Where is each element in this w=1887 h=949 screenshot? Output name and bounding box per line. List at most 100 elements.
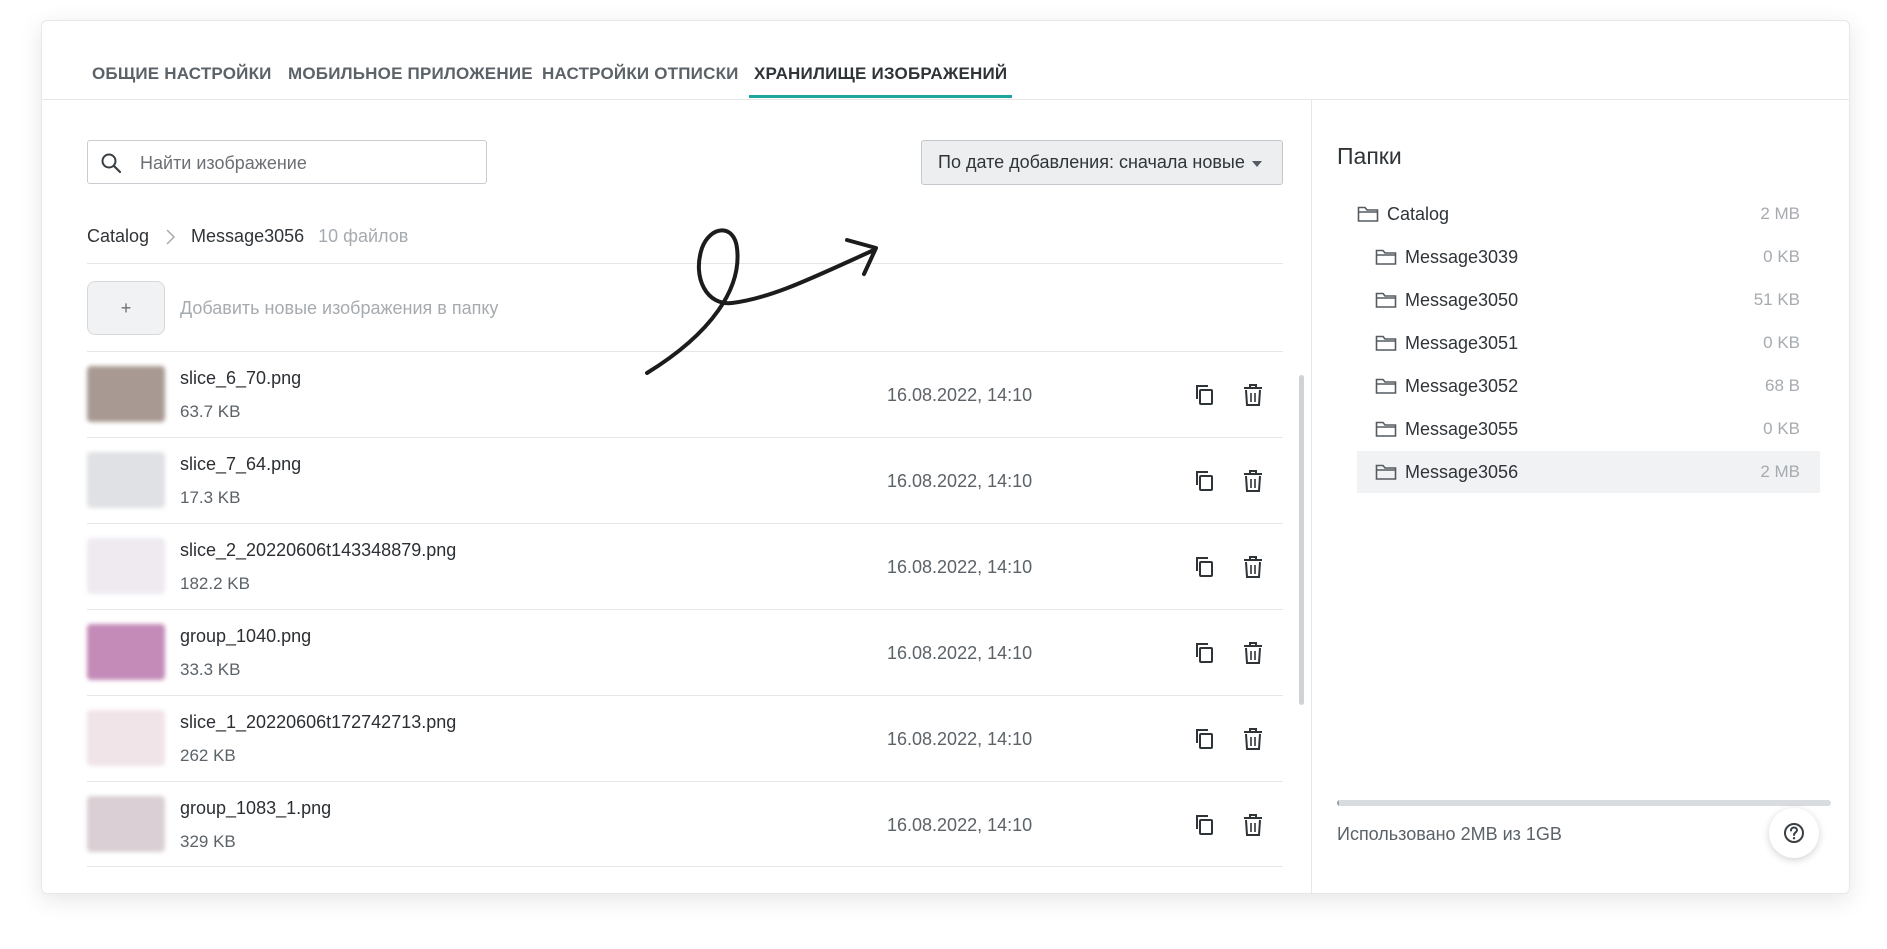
file-date: 16.08.2022, 14:10 [887,557,1033,577]
file-size: 182.2 KB [180,574,250,593]
file-size: 17.3 KB [180,488,241,507]
file-date: 16.08.2022, 14:10 [887,815,1033,835]
copy-icon[interactable] [1194,813,1216,837]
image-thumbnail[interactable] [87,624,165,680]
file-name: group_1083_1.png [180,798,332,818]
folder-size: 2 MB [1760,462,1800,481]
folder-icon [1375,334,1397,352]
trash-icon[interactable] [1242,383,1264,407]
folder-name: Message3052 [1405,376,1519,396]
question-icon [1784,823,1804,843]
folder-size: 0 KB [1763,333,1800,352]
file-date: 16.08.2022, 14:10 [887,385,1033,405]
folder-icon [1375,291,1397,309]
image-thumbnail[interactable] [87,366,165,422]
search-icon [101,153,122,174]
storage-usage-bar [1337,800,1831,806]
folder-size: 0 KB [1763,247,1800,266]
folder-item[interactable]: Message3056 2 MB [1357,451,1820,493]
folder-icon [1375,377,1397,395]
folder-size: 51 KB [1753,290,1800,309]
file-date: 16.08.2022, 14:10 [887,471,1033,491]
folder-size: 2 MB [1760,204,1800,223]
copy-icon[interactable] [1194,383,1216,407]
folder-size: 68 B [1765,376,1800,395]
file-row[interactable]: slice_6_70.png 63.7 KB 16.08.2022, 14:10 [87,351,1283,437]
help-button[interactable] [1769,808,1819,858]
folders-panel: Папки Catalog 2 MB Message3039 0 KB Message3… [1311,100,1849,893]
file-date: 16.08.2022, 14:10 [887,729,1033,749]
tab-bar: ОБЩИЕ НАСТРОЙКИ МОБИЛЬНОЕ ПРИЛОЖЕНИЕ НАС… [42,21,1849,100]
folder-icon [1375,463,1397,481]
image-thumbnail[interactable] [87,796,165,852]
add-images-label[interactable]: Добавить новые изображения в папку [180,298,498,319]
folder-icon [1375,248,1397,266]
copy-icon[interactable] [1194,469,1216,493]
image-thumbnail[interactable] [87,452,165,508]
trash-icon[interactable] [1242,469,1264,493]
folder-size: 0 KB [1763,419,1800,438]
breadcrumb-root[interactable]: Catalog [87,226,149,247]
folder-item[interactable]: Message3052 68 B [1357,365,1820,407]
copy-icon[interactable] [1194,641,1216,665]
folder-name: Message3039 [1405,247,1519,267]
trash-icon[interactable] [1242,641,1264,665]
settings-card: ОБЩИЕ НАСТРОЙКИ МОБИЛЬНОЕ ПРИЛОЖЕНИЕ НАС… [41,20,1850,894]
file-size: 329 KB [180,832,236,851]
folder-name: Message3055 [1405,419,1519,439]
file-row[interactable]: slice_2_20220606t143348879.png 182.2 KB 16… [87,523,1283,609]
file-row[interactable]: group_1083_1.png 329 KB 16.08.2022, 14:10 [87,781,1283,867]
file-count: 10 файлов [318,226,409,246]
add-images-button[interactable]: + [87,281,165,335]
image-list-panel: По дате добавления: сначала новые Catalo… [42,100,1311,893]
folder-name: Message3050 [1405,290,1519,310]
trash-icon[interactable] [1242,555,1264,579]
folder-name: Catalog [1387,204,1450,224]
folder-name: Message3056 [1405,462,1519,482]
folders-title: Папки [1337,143,1402,169]
image-thumbnail[interactable] [87,538,165,594]
file-date: 16.08.2022, 14:10 [887,643,1033,663]
tab-unsubscribe-settings[interactable]: НАСТРОЙКИ ОТПИСКИ [542,64,739,84]
file-size: 33.3 KB [180,660,241,679]
file-list: slice_6_70.png 63.7 KB 16.08.2022, 14:10 sl… [87,351,1283,867]
copy-icon[interactable] [1194,727,1216,751]
folder-item[interactable]: Catalog 2 MB [1357,193,1820,235]
scrollbar[interactable] [1299,375,1304,705]
file-size: 63.7 KB [180,402,241,421]
search-box [87,140,487,185]
folder-item[interactable]: Message3039 0 KB [1357,236,1820,278]
file-name: slice_1_20220606t172742713.png [180,712,457,732]
folder-name: Message3051 [1405,333,1519,353]
tab-image-storage[interactable]: ХРАНИЛИЩЕ ИЗОБРАЖЕНИЙ [748,64,1013,98]
folder-icon [1357,205,1379,223]
folder-item[interactable]: Message3055 0 KB [1357,408,1820,450]
tab-general-settings[interactable]: ОБЩИЕ НАСТРОЙКИ [92,64,272,84]
folder-icon [1375,420,1397,438]
file-name: slice_2_20220606t143348879.png [180,540,457,560]
folder-item[interactable]: Message3051 0 KB [1357,322,1820,364]
file-row[interactable]: group_1040.png 33.3 KB 16.08.2022, 14:10 [87,609,1283,695]
folder-item[interactable]: Message3050 51 KB [1357,279,1820,321]
file-name: slice_6_70.png [180,368,302,388]
breadcrumb: Catalog Message3056 10 файлов [87,226,408,247]
file-row[interactable]: slice_7_64.png 17.3 KB 16.08.2022, 14:10 [87,437,1283,523]
file-name: group_1040.png [180,626,312,646]
trash-icon[interactable] [1242,727,1264,751]
file-size: 262 KB [180,746,236,765]
storage-usage-text: Использовано 2MB из 1GB [1337,824,1562,844]
caret-down-icon [1252,161,1262,167]
sort-dropdown[interactable]: По дате добавления: сначала новые [921,140,1283,185]
divider [87,263,1283,264]
search-input[interactable] [138,141,472,185]
storage-usage-fill [1337,800,1340,806]
tab-mobile-app[interactable]: МОБИЛЬНОЕ ПРИЛОЖЕНИЕ [288,64,533,84]
file-name: slice_7_64.png [180,454,302,474]
sort-label: По дате добавления: сначала новые [938,152,1245,172]
trash-icon[interactable] [1242,813,1264,837]
copy-icon[interactable] [1194,555,1216,579]
file-row[interactable]: slice_1_20220606t172742713.png 262 KB 16.0… [87,695,1283,781]
image-thumbnail[interactable] [87,710,165,766]
breadcrumb-current: Message3056 [191,226,305,246]
chevron-right-icon [166,228,176,245]
